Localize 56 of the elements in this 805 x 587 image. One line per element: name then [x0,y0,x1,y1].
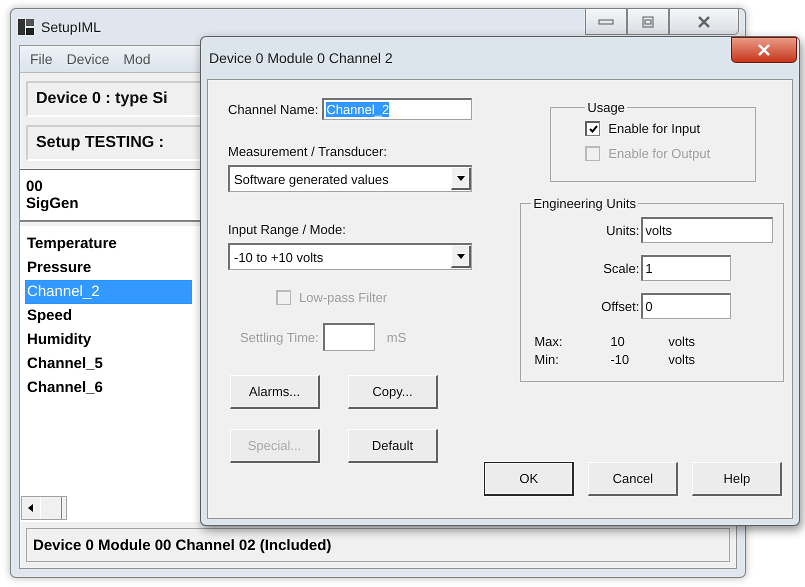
field-label: Offset: [600,298,640,314]
channel-item[interactable]: Pressure [25,256,192,280]
value-field[interactable]: volts [641,217,774,243]
close-button[interactable] [669,9,739,35]
maximize-icon [642,16,654,28]
field-label: Input Range / Mode: [228,222,347,237]
group-title: Usage [586,100,626,115]
range-label: Min: [534,351,560,369]
info-text: 00 [26,178,43,195]
dialog-title: Device 0 Module 0 Channel 2 [209,50,393,66]
dialog-button[interactable]: Cancel [588,462,678,496]
dropdown-arrow-icon [456,254,465,258]
app-icon [17,18,35,36]
range-value: 10 [610,333,626,351]
dialog-button[interactable]: OK [484,462,574,496]
measurement-dropdown[interactable]: Software generated values [228,165,472,192]
input-range-dropdown[interactable]: -10 to +10 volts [228,243,472,270]
dropdown-arrow-icon [456,176,465,180]
dialog-button[interactable]: Alarms... [230,375,320,409]
unit-label: mS [386,330,406,344]
menu-item[interactable]: File [30,51,53,67]
range-value: -10 [610,351,630,369]
dialog-button[interactable]: Help [692,462,782,496]
group-title: Engineering Units [532,196,637,211]
value-field[interactable]: 0 [641,293,732,319]
window-title: SetupIML [41,19,101,35]
usage-checkbox[interactable]: Enable for Input [585,121,744,136]
horizontal-scrollbar[interactable] [21,496,67,520]
menu-item[interactable]: Mod [123,51,151,67]
checkmark-icon [588,125,598,133]
value-field[interactable]: 1 [641,255,732,281]
channel-item[interactable]: Channel_6 [25,376,192,400]
range-unit: volts [668,351,696,369]
dialog-button[interactable]: Default [348,429,438,463]
status-bar: Device 0 Module 00 Channel 02 (Included) [26,528,730,562]
channel-item[interactable]: Speed [25,304,192,328]
range-unit: volts [668,333,696,351]
maximize-button[interactable] [627,9,669,35]
menu-item[interactable]: Device [66,51,110,67]
field-label: Units: [605,222,640,238]
scroll-left-icon[interactable] [28,504,34,512]
field-label: Measurement / Transducer: [228,144,388,159]
channel-item[interactable]: Humidity [25,328,192,352]
field-label: Channel Name: [228,102,318,116]
info-text: SigGen [26,195,79,212]
minimize-button[interactable] [585,9,627,35]
channel-item[interactable]: Temperature [25,232,192,256]
minimize-icon [598,18,614,26]
channel-item[interactable]: Channel_5 [25,352,192,376]
close-icon [757,44,771,56]
close-icon [697,16,711,28]
field-label: Settling Time: [240,330,319,344]
dialog-button[interactable]: Copy... [348,375,438,409]
field-label: Scale: [602,260,640,276]
range-label: Max: [534,333,564,351]
close-button[interactable] [731,37,797,63]
